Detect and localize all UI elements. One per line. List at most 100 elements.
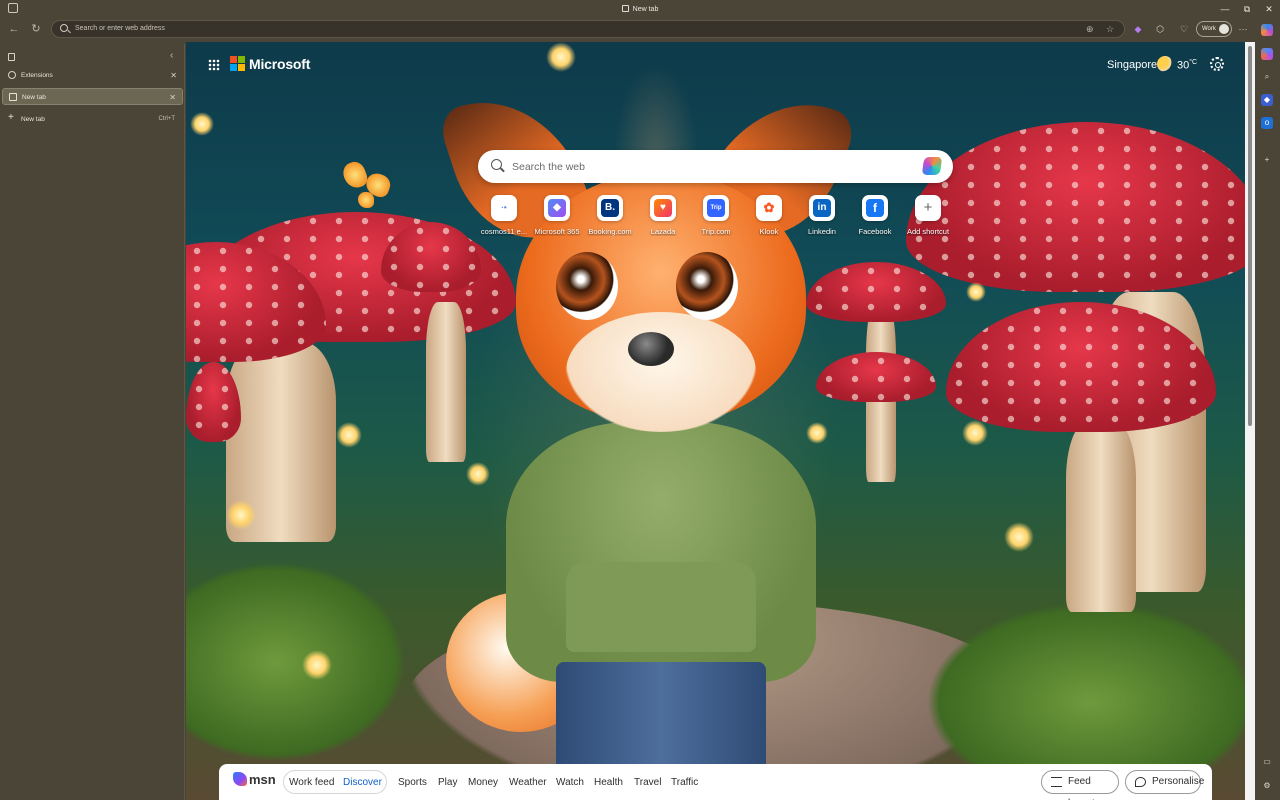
extensions-tab-icon [8,71,16,79]
favorite-star-icon[interactable]: ☆ [1106,24,1114,35]
tab-actions-icon[interactable] [8,53,15,61]
firefly-glow [962,420,988,446]
lazada-icon: ♥ [654,199,672,217]
mushroom-stem [1066,422,1136,612]
refresh-icon[interactable]: ↻ [28,21,44,37]
personalise-button[interactable]: Personalise [1125,770,1204,794]
new-tab-page: Microsoft Singapore 30°C ·• cosmos11 e..… [186,42,1245,800]
vertical-tabs-sidebar: ‹ Extensions ✕ New tab ✕ + New tab Ctrl+… [0,44,185,800]
new-tab-page-icon [9,93,17,101]
quick-links: ·• cosmos11 e... ◆ Microsoft 365 B. Book… [476,195,956,245]
partly-sunny-icon[interactable] [1157,56,1173,72]
sidebar-settings-icon[interactable]: ⚙ [1261,780,1273,792]
close-window-button[interactable]: ✕ [1258,0,1280,18]
feed-layout-button[interactable]: Feed layout [1041,770,1119,800]
app-launcher-icon[interactable] [208,59,220,71]
more-menu-icon[interactable]: ··· [1236,22,1250,36]
zoom-icon[interactable]: ⊕ [1086,24,1094,35]
firefly-glow [302,650,332,680]
add-sidebar-app-icon[interactable]: + [1261,154,1273,166]
microsoft-logo [230,56,246,72]
tab-weather[interactable]: Weather [509,777,547,788]
tab-extensions[interactable]: Extensions ✕ [2,67,183,84]
firefly-glow [966,282,986,302]
hide-sidebar-icon[interactable]: ▭ [1261,756,1273,768]
address-placeholder: Search or enter web address [75,25,165,32]
copilot-icon[interactable] [921,157,943,175]
shortcut-booking[interactable]: B. Booking.com [582,195,638,243]
profile-button[interactable]: Work [1196,21,1232,37]
microsoft-365-icon[interactable] [1261,48,1273,60]
firefly-glow [226,500,256,530]
layout-icon [1051,777,1062,787]
page-settings-icon[interactable] [1210,57,1224,71]
trip-icon: Trip [707,199,725,217]
copilot-extension-icon[interactable]: ◆ [1131,22,1145,36]
search-input[interactable] [512,158,892,175]
shortcut-klook[interactable]: ✿ Klook [741,195,797,243]
microsoft-brand: Microsoft [249,56,311,72]
window-title: New tab [0,5,1280,13]
shortcut-microsoft-365[interactable]: ◆ Microsoft 365 [529,195,585,243]
firefly-glow [1004,522,1034,552]
klook-icon: ✿ [763,200,775,215]
fox-nose [628,332,674,366]
close-tab-icon[interactable]: ✕ [169,89,176,106]
browser-essentials-icon[interactable]: ♡ [1177,22,1191,36]
firefly-glow [336,422,362,448]
scroll-thumb[interactable] [1248,46,1252,426]
tab-work-feed[interactable]: Work feed [289,777,334,788]
shortcut-lazada[interactable]: ♥ Lazada [635,195,691,243]
facebook-icon: f [866,199,884,217]
tab-sports[interactable]: Sports [398,777,427,788]
shopping-icon[interactable]: ◆ [1261,94,1273,106]
tab-watch[interactable]: Watch [556,777,584,788]
linkedin-icon: in [813,199,831,217]
shortcut-linkedin[interactable]: in Linkedin [794,195,850,243]
shortcut-cosmos11[interactable]: ·• cosmos11 e... [476,195,532,243]
new-tab-button[interactable]: + New tab Ctrl+T [2,111,183,128]
tab-travel[interactable]: Travel [634,777,661,788]
new-tab-shortcut: Ctrl+T [158,116,176,122]
booking-icon: B. [601,199,619,217]
shortcut-facebook[interactable]: f Facebook [847,195,903,243]
msn-brand: msn [249,772,276,787]
shortcut-trip[interactable]: Trip Trip.com [688,195,744,243]
tab-money[interactable]: Money [468,777,498,788]
fox-eye [556,252,618,320]
temperature[interactable]: 30°C [1177,59,1197,72]
weather-city[interactable]: Singapore [1107,59,1157,71]
title-bar: New tab — ⧉ ✕ [0,0,1280,18]
tab-play[interactable]: Play [438,777,457,788]
copilot-icon[interactable] [1261,24,1273,36]
fox-muzzle [566,312,756,432]
moss-mound [186,562,406,762]
restore-button[interactable]: ⧉ [1236,0,1258,18]
outlook-icon[interactable]: o [1261,117,1273,129]
avatar [1219,24,1229,34]
extensions-icon[interactable]: ⬡ [1153,22,1167,36]
tab-new-tab[interactable]: New tab ✕ [2,88,183,105]
collapse-pane-icon[interactable]: ‹ [170,50,173,61]
mushroom-cap [906,122,1245,292]
page-scrollbar[interactable] [1245,42,1255,800]
msn-logo-icon [233,772,247,786]
search-icon[interactable]: ⌕ [1261,71,1273,83]
browser-toolbar: ← ↻ Search or enter web address ⊕ ☆ ◆ ⬡ … [0,18,1280,40]
tab-health[interactable]: Health [594,777,623,788]
edge-sidebar: ⌕ ◆ o + ▭ ⚙ [1255,18,1280,800]
tab-discover[interactable]: Discover [343,777,382,788]
firefly-glow [546,42,576,72]
close-tab-icon[interactable]: ✕ [170,67,177,84]
address-bar[interactable]: Search or enter web address ⊕ ☆ [51,20,1125,38]
add-shortcut-button[interactable]: + Add shortcut [900,195,956,243]
cosmos-icon: ·• [501,203,507,212]
web-search-box[interactable] [478,150,953,183]
search-icon [491,159,502,170]
back-arrow-icon[interactable]: ← [6,21,22,37]
search-icon [60,24,68,32]
hoodie-pocket [566,562,756,652]
sparkle-icon [1135,777,1146,787]
minimize-button[interactable]: — [1214,0,1236,18]
tab-traffic[interactable]: Traffic [671,777,698,788]
